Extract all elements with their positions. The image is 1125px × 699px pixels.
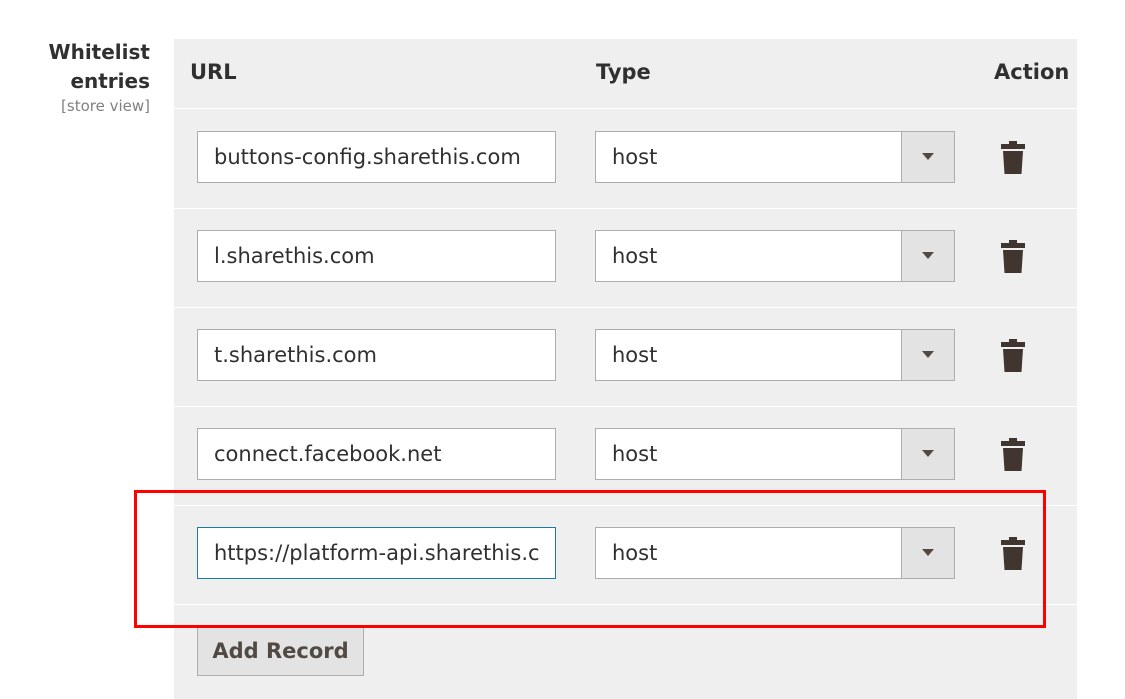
scope-label: [store view] bbox=[61, 97, 150, 115]
chevron-down-icon bbox=[922, 450, 934, 457]
type-select-value: host bbox=[612, 244, 658, 268]
type-select[interactable]: host bbox=[595, 131, 955, 183]
type-select[interactable]: host bbox=[595, 428, 955, 480]
type-select-toggle[interactable] bbox=[901, 231, 954, 281]
whitelist-grid: URL Type Action host host host bbox=[174, 39, 1077, 699]
chevron-down-icon bbox=[922, 252, 934, 259]
column-header-action: Action bbox=[994, 60, 1070, 84]
field-label: Whitelist entries [store view] bbox=[0, 38, 150, 116]
table-row: host bbox=[174, 308, 1077, 407]
type-select[interactable]: host bbox=[595, 527, 955, 579]
chevron-down-icon bbox=[922, 153, 934, 160]
type-select-value: host bbox=[612, 145, 658, 169]
column-header-type: Type bbox=[596, 60, 651, 84]
chevron-down-icon bbox=[922, 549, 934, 556]
grid-header: URL Type Action bbox=[174, 39, 1077, 109]
type-select[interactable]: host bbox=[595, 230, 955, 282]
trash-icon[interactable] bbox=[1000, 240, 1026, 273]
url-input[interactable] bbox=[197, 230, 556, 282]
chevron-down-icon bbox=[922, 351, 934, 358]
url-input[interactable] bbox=[197, 131, 556, 183]
type-select[interactable]: host bbox=[595, 329, 955, 381]
type-select-toggle[interactable] bbox=[901, 429, 954, 479]
trash-icon[interactable] bbox=[1000, 339, 1026, 372]
type-select-value: host bbox=[612, 442, 658, 466]
field-label-line2: entries bbox=[70, 69, 150, 93]
add-record-button[interactable]: Add Record bbox=[197, 626, 364, 676]
table-row: host bbox=[174, 209, 1077, 308]
trash-icon[interactable] bbox=[1000, 438, 1026, 471]
table-row: host bbox=[174, 110, 1077, 209]
url-input[interactable] bbox=[197, 329, 556, 381]
trash-icon[interactable] bbox=[1000, 537, 1026, 570]
trash-icon[interactable] bbox=[1000, 141, 1026, 174]
type-select-value: host bbox=[612, 343, 658, 367]
type-select-value: host bbox=[612, 541, 658, 565]
table-row: host bbox=[174, 407, 1077, 506]
column-header-url: URL bbox=[190, 60, 237, 84]
type-select-toggle[interactable] bbox=[901, 528, 954, 578]
type-select-toggle[interactable] bbox=[901, 330, 954, 380]
field-label-line1: Whitelist bbox=[48, 40, 150, 64]
url-input[interactable] bbox=[197, 527, 556, 579]
type-select-toggle[interactable] bbox=[901, 132, 954, 182]
table-row: host bbox=[174, 506, 1077, 605]
url-input[interactable] bbox=[197, 428, 556, 480]
